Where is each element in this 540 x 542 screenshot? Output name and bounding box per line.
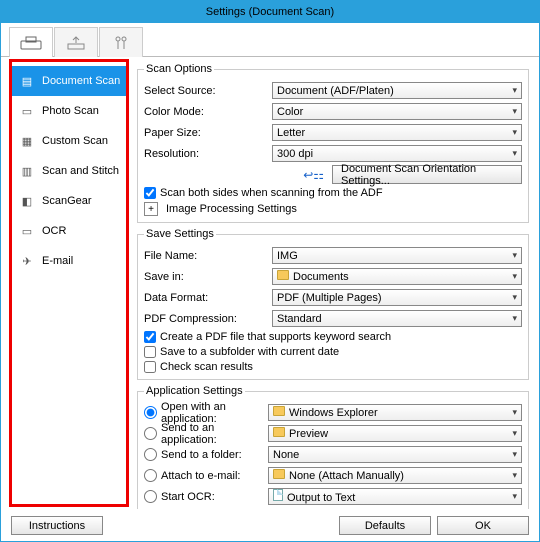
send-to-folder-radio[interactable] xyxy=(144,448,157,461)
file-name-label: File Name: xyxy=(144,250,272,262)
save-settings-group: Save Settings File Name: IMG▾ Save in: D… xyxy=(137,228,529,380)
folder-icon xyxy=(273,469,285,479)
sidebar-item-label: Document Scan xyxy=(42,75,120,87)
check-results-label: Check scan results xyxy=(160,361,253,373)
select-source-label: Select Source: xyxy=(144,85,272,97)
sidebar-item-label: E-mail xyxy=(42,255,73,267)
settings-window: Settings (Document Scan) ▤ Document Scan… xyxy=(0,0,540,542)
data-format-dropdown[interactable]: PDF (Multiple Pages)▾ xyxy=(272,289,522,306)
custom-icon: ▦ xyxy=(18,134,36,148)
color-mode-dropdown[interactable]: Color▾ xyxy=(272,103,522,120)
pdf-compression-dropdown[interactable]: Standard▾ xyxy=(272,310,522,327)
start-ocr-dropdown[interactable]: Output to Text▾ xyxy=(268,488,522,505)
chevron-down-icon: ▾ xyxy=(512,470,517,481)
window-title: Settings (Document Scan) xyxy=(206,6,334,18)
save-in-dropdown[interactable]: Documents▾ xyxy=(272,268,522,285)
create-pdf-keyword-checkbox[interactable] xyxy=(144,331,156,343)
chevron-down-icon: ▾ xyxy=(512,85,517,96)
email-icon: ✈ xyxy=(18,254,36,268)
chevron-down-icon: ▾ xyxy=(512,148,517,159)
instructions-button[interactable]: Instructions xyxy=(11,516,103,535)
attach-email-radio[interactable] xyxy=(144,469,157,482)
ocr-icon: ▭ xyxy=(18,224,36,238)
chevron-down-icon: ▾ xyxy=(512,449,517,460)
save-subfolder-label: Save to a subfolder with current date xyxy=(160,346,339,358)
document-page-icon: ▤ xyxy=(18,74,36,88)
sidebar-item-email[interactable]: ✈ E-mail xyxy=(12,246,126,276)
refresh-icon[interactable]: ↩⚏ xyxy=(303,168,324,182)
tab-export[interactable] xyxy=(54,27,98,57)
chevron-down-icon: ▾ xyxy=(512,407,517,418)
sidebar-item-scan-and-stitch[interactable]: ▥ Scan and Stitch xyxy=(12,156,126,186)
create-pdf-keyword-label: Create a PDF file that supports keyword … xyxy=(160,331,391,343)
save-subfolder-checkbox[interactable] xyxy=(144,346,156,358)
chevron-down-icon: ▾ xyxy=(512,106,517,117)
send-to-app-radio[interactable] xyxy=(144,427,157,440)
save-in-label: Save in: xyxy=(144,271,272,283)
sidebar-item-label: ScanGear xyxy=(42,195,92,207)
ok-button[interactable]: OK xyxy=(437,516,529,535)
paper-size-label: Paper Size: xyxy=(144,127,272,139)
sidebar-item-document-scan[interactable]: ▤ Document Scan xyxy=(12,66,126,96)
save-settings-legend: Save Settings xyxy=(144,228,216,240)
send-to-app-dropdown[interactable]: Preview▾ xyxy=(268,425,522,442)
scan-both-sides-label: Scan both sides when scanning from the A… xyxy=(160,187,383,199)
tab-scanner[interactable] xyxy=(9,27,53,57)
scan-options-group: Scan Options Select Source: Document (AD… xyxy=(137,63,529,223)
folder-icon xyxy=(277,270,289,280)
select-source-dropdown[interactable]: Document (ADF/Platen)▾ xyxy=(272,82,522,99)
sidebar-item-photo-scan[interactable]: ▭ Photo Scan xyxy=(12,96,126,126)
chevron-down-icon: ▾ xyxy=(512,491,517,502)
color-mode-label: Color Mode: xyxy=(144,106,272,118)
attach-email-dropdown[interactable]: None (Attach Manually)▾ xyxy=(268,467,522,484)
titlebar: Settings (Document Scan) xyxy=(1,1,539,23)
pdf-compression-label: PDF Compression: xyxy=(144,313,272,325)
start-ocr-radio[interactable] xyxy=(144,490,157,503)
sidebar-item-label: Photo Scan xyxy=(42,105,99,117)
tab-tools[interactable] xyxy=(99,27,143,57)
footer: Instructions Defaults OK xyxy=(1,516,539,535)
sidebar-item-label: Custom Scan xyxy=(42,135,108,147)
scan-options-legend: Scan Options xyxy=(144,63,214,75)
data-format-label: Data Format: xyxy=(144,292,272,304)
photo-icon: ▭ xyxy=(18,104,36,118)
check-results-checkbox[interactable] xyxy=(144,361,156,373)
sidebar: ▤ Document Scan ▭ Photo Scan ▦ Custom Sc… xyxy=(9,59,129,507)
main-panel: Scan Options Select Source: Document (AD… xyxy=(131,57,539,509)
chevron-down-icon: ▾ xyxy=(512,313,517,324)
page-icon xyxy=(273,489,283,501)
stitch-icon: ▥ xyxy=(18,164,36,178)
chevron-down-icon: ▾ xyxy=(512,428,517,439)
file-name-combo[interactable]: IMG▾ xyxy=(272,247,522,264)
resolution-dropdown[interactable]: 300 dpi▾ xyxy=(272,145,522,162)
chevron-down-icon: ▾ xyxy=(512,271,517,282)
scangear-icon: ◧ xyxy=(18,194,36,208)
chevron-down-icon: ▾ xyxy=(512,250,517,261)
sidebar-item-label: OCR xyxy=(42,225,66,237)
open-with-radio[interactable] xyxy=(144,406,157,419)
expand-image-processing[interactable]: + xyxy=(144,202,158,216)
chevron-down-icon: ▾ xyxy=(512,292,517,303)
image-processing-label: Image Processing Settings xyxy=(166,203,297,215)
sidebar-item-custom-scan[interactable]: ▦ Custom Scan xyxy=(12,126,126,156)
folder-icon xyxy=(273,406,285,416)
sidebar-item-label: Scan and Stitch xyxy=(42,165,119,177)
paper-size-dropdown[interactable]: Letter▾ xyxy=(272,124,522,141)
send-to-folder-dropdown[interactable]: None▾ xyxy=(268,446,522,463)
sidebar-item-scangear[interactable]: ◧ ScanGear xyxy=(12,186,126,216)
top-tabs xyxy=(1,23,539,57)
folder-icon xyxy=(273,427,285,437)
sidebar-item-ocr[interactable]: ▭ OCR xyxy=(12,216,126,246)
defaults-button[interactable]: Defaults xyxy=(339,516,431,535)
open-with-dropdown[interactable]: Windows Explorer▾ xyxy=(268,404,522,421)
application-settings-legend: Application Settings xyxy=(144,385,245,397)
orientation-settings-button[interactable]: Document Scan Orientation Settings... xyxy=(332,165,522,184)
scan-both-sides-checkbox[interactable] xyxy=(144,187,156,199)
resolution-label: Resolution: xyxy=(144,148,272,160)
chevron-down-icon: ▾ xyxy=(512,127,517,138)
application-settings-group: Application Settings Open with an applic… xyxy=(137,385,529,509)
